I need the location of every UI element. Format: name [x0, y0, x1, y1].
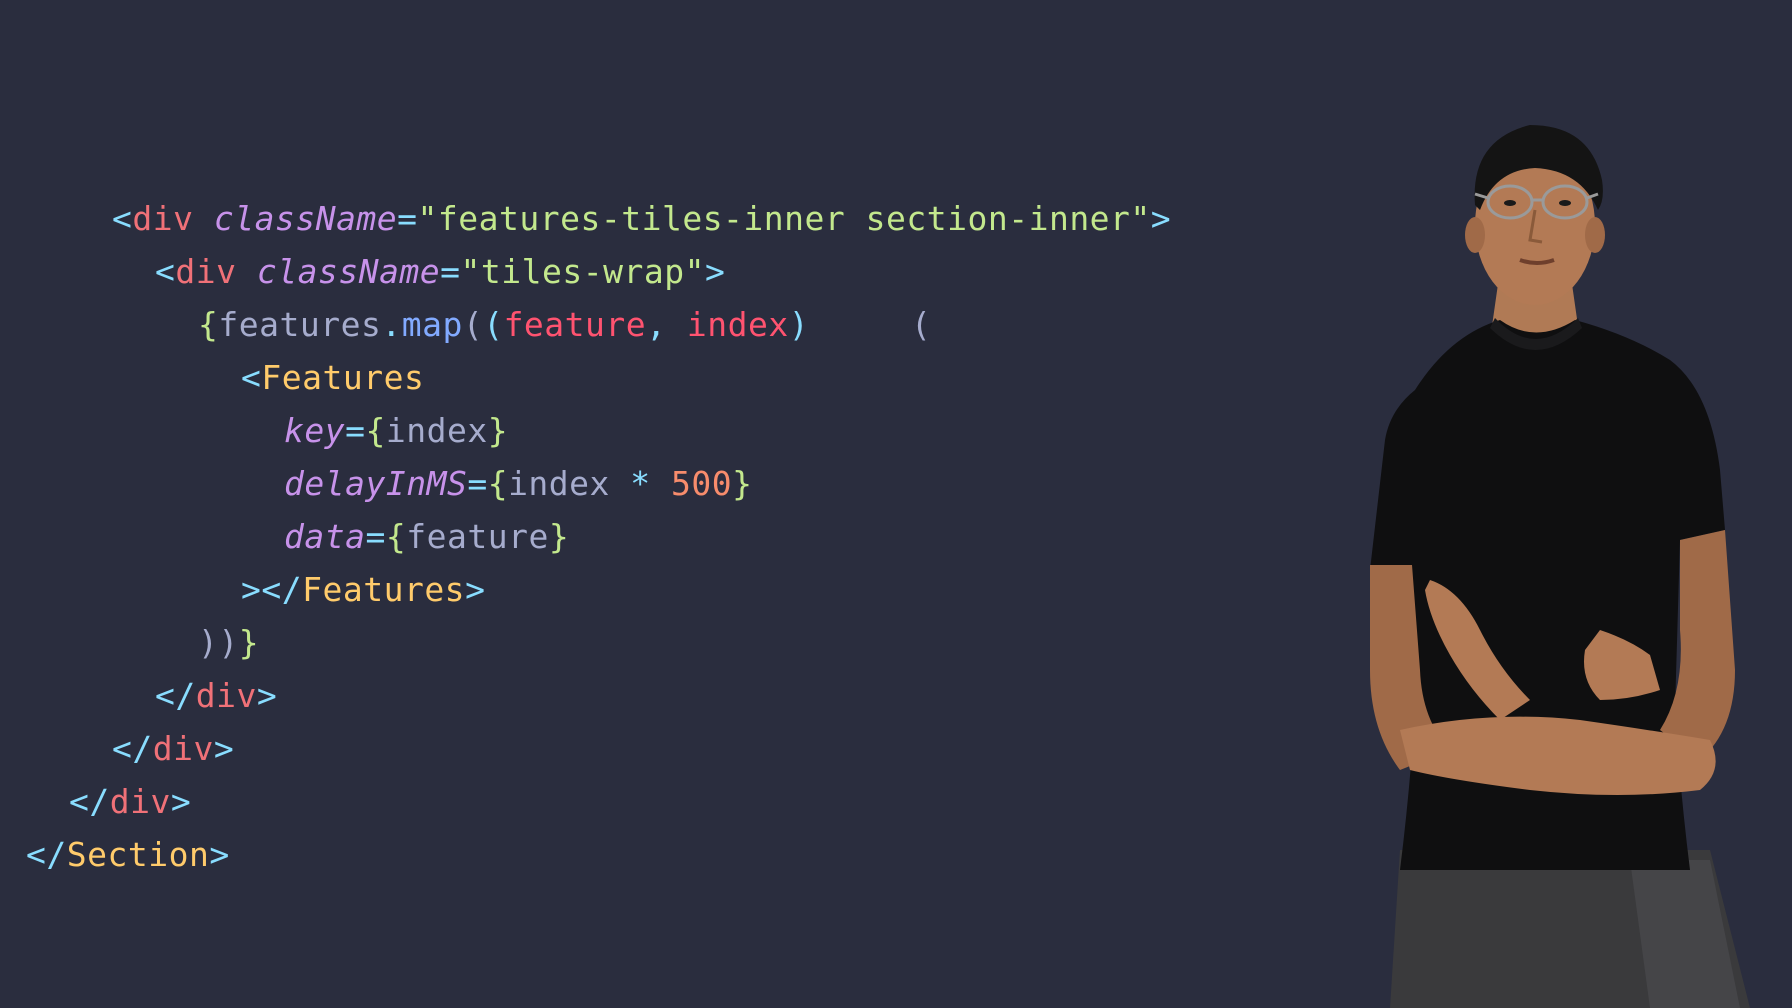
code-token: key	[284, 411, 346, 450]
code-token: }	[238, 623, 260, 662]
code-line: key={index}	[284, 404, 508, 457]
code-token: (	[483, 305, 504, 344]
code-token: feature	[503, 305, 647, 344]
code-token: features	[218, 305, 382, 344]
code-token: Features	[302, 570, 466, 609]
code-token: </	[112, 729, 153, 768]
code-token: </	[155, 676, 196, 715]
code-token: }	[732, 464, 753, 503]
code-token: }	[487, 411, 509, 450]
code-token: =	[365, 517, 386, 556]
code-token: Section	[66, 835, 210, 874]
code-token: className	[256, 252, 441, 291]
code-token: </	[69, 782, 110, 821]
code-token: ></	[241, 570, 303, 609]
slide: <div className="features-tiles-inner sec…	[0, 0, 1792, 1008]
presenter-person-image	[1370, 125, 1750, 1008]
code-token: div	[132, 199, 194, 238]
code-token: div	[195, 676, 257, 715]
code-token: .	[381, 305, 402, 344]
code-line: </div>	[69, 775, 191, 828]
code-block: <div className="features-tiles-inner sec…	[0, 0, 1300, 1008]
code-token: <	[241, 358, 262, 397]
code-token: >	[213, 729, 235, 768]
code-token: }	[548, 517, 570, 556]
code-token: "features-tiles-inner section-inner"	[417, 199, 1151, 238]
code-line: <Features	[241, 351, 424, 404]
code-token: Features	[261, 358, 425, 397]
code-line: data={feature}	[284, 510, 569, 563]
code-token: =	[467, 464, 488, 503]
code-token: =	[345, 411, 366, 450]
code-token: index	[508, 464, 610, 503]
code-token: >	[1150, 199, 1172, 238]
code-token: (	[910, 305, 932, 344]
code-token: data	[284, 517, 366, 556]
code-token: className	[213, 199, 398, 238]
code-token: div	[175, 252, 237, 291]
code-token: >	[209, 835, 230, 874]
code-token: map	[401, 305, 463, 344]
code-token: =	[440, 252, 461, 291]
code-line: <div className="features-tiles-inner sec…	[112, 192, 1171, 245]
code-token: div	[152, 729, 214, 768]
code-token: {	[385, 517, 407, 556]
code-token: {	[487, 464, 509, 503]
code-token: ))	[198, 623, 239, 662]
code-line: ></Features>	[241, 563, 485, 616]
code-token: delayInMS	[284, 464, 468, 503]
code-token: )	[788, 305, 810, 344]
code-line: </div>	[112, 722, 234, 775]
code-line: {features.map((feature, index) (	[198, 298, 931, 351]
code-token: 500	[671, 464, 733, 503]
code-token: >	[465, 570, 486, 609]
code-token: feature	[406, 517, 549, 556]
code-line: ))}	[198, 616, 259, 669]
code-line: delayInMS={index * 500}	[284, 457, 753, 510]
code-token: {	[365, 411, 386, 450]
code-token: <	[155, 252, 176, 291]
code-token: >	[256, 676, 278, 715]
code-token: <	[112, 199, 133, 238]
code-token: index	[686, 305, 789, 344]
code-line: </div>	[155, 669, 277, 722]
code-token: index	[385, 411, 488, 450]
code-token: div	[109, 782, 171, 821]
code-token: (	[462, 305, 484, 344]
code-token: *	[609, 464, 672, 503]
code-token: >	[170, 782, 192, 821]
code-line: <div className="tiles-wrap">	[155, 245, 725, 298]
code-token: </	[26, 835, 67, 874]
code-token: >	[704, 252, 726, 291]
code-token: {	[198, 305, 219, 344]
code-token: ,	[646, 305, 687, 344]
code-line: </Section>	[26, 828, 230, 881]
code-token: "tiles-wrap"	[460, 252, 705, 291]
code-token: =	[397, 199, 418, 238]
